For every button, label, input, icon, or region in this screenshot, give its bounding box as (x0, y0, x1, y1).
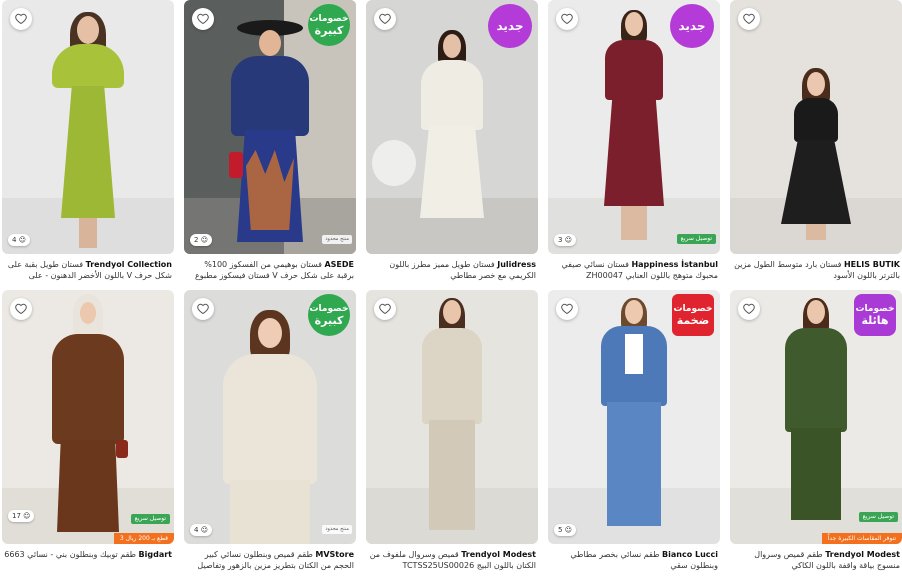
product-title[interactable]: Trendyol Collection فستان طويل بقبة على … (2, 259, 174, 281)
product-image[interactable]: جديد 3 ☺ توصيل سريع (548, 0, 720, 254)
product-brand: Trendyol Collection (85, 260, 172, 269)
product-card[interactable]: خصومات كبيرة 2 ☺ منتج محدود ASEDE فستان ب… (184, 0, 356, 281)
fast-shipping-tag: توصيل سريع (858, 512, 898, 522)
product-brand: Trendyol Modest (461, 550, 536, 559)
product-title[interactable]: Trendyol Modest قميص وسروال ملفوف من الك… (366, 549, 538, 571)
promo-bar: 3 قطع بـ 200 ريال (113, 533, 174, 544)
product-brand: Bigdart (138, 550, 172, 559)
product-card[interactable]: 4 ☺ Trendyol Collection فستان طويل بقبة … (2, 0, 174, 281)
favorite-button[interactable] (192, 8, 214, 30)
product-card[interactable]: خصومات هائلة توصيل سريع تنوفر المقاسات ال… (730, 290, 902, 571)
product-image[interactable]: خصومات كبيرة 2 ☺ منتج محدود (184, 0, 356, 254)
product-card[interactable]: خصومات كبيرة 4 ☺ منتج محدود MVStore طقم ق… (184, 290, 356, 571)
heart-icon (743, 13, 755, 25)
product-card[interactable]: HELIS BUTIK فستان بارد متوسط الطول مزين … (730, 0, 902, 281)
heart-icon (379, 13, 391, 25)
promo-bar: تنوفر المقاسات الكبيرة جداً (821, 533, 902, 544)
fast-shipping-tag: توصيل سريع (676, 234, 716, 244)
product-card[interactable]: Trendyol Modest قميص وسروال ملفوف من الك… (366, 290, 538, 571)
product-title[interactable]: ASEDE فستان بوهيمي من الفسكوز 100% برقبة… (184, 259, 356, 281)
favorite-button[interactable] (738, 8, 760, 30)
favorite-button[interactable] (374, 298, 396, 320)
rating-count: 17 ☺ (8, 510, 35, 522)
heart-icon (561, 13, 573, 25)
heart-icon (197, 13, 209, 25)
new-badge: جديد (670, 4, 714, 48)
rating-count: 3 ☺ (554, 234, 576, 246)
limited-tag: منتج محدود (322, 235, 352, 244)
product-image[interactable] (730, 0, 902, 254)
sale-badge: خصومات ضخمة (672, 294, 714, 336)
rating-count: 5 ☺ (554, 524, 576, 536)
rating-count: 2 ☺ (190, 234, 212, 246)
product-title[interactable]: Happiness İstanbul فستان نسائي صيفي محبو… (548, 259, 720, 281)
product-card[interactable]: خصومات ضخمة 5 ☺ Bianco Lucci طقم نسائي بخ… (548, 290, 720, 571)
new-badge: جديد (488, 4, 532, 48)
heart-icon (15, 303, 27, 315)
product-image[interactable]: 17 ☺ توصيل سريع 3 قطع بـ 200 ريال (2, 290, 174, 544)
rating-count: 4 ☺ (8, 234, 30, 246)
product-title[interactable]: Bigdart طقم توبيك وبنطلون بني - نسائي 66… (2, 549, 174, 571)
product-brand: Trendyol Modest (825, 550, 900, 559)
product-image[interactable] (366, 290, 538, 544)
favorite-button[interactable] (556, 298, 578, 320)
product-name: طقم توبيك وبنطلون بني - نسائي 6663 (4, 550, 136, 559)
favorite-button[interactable] (374, 8, 396, 30)
product-title[interactable]: Trendyol Modest طقم قميص وسروال منسوج بي… (730, 549, 902, 571)
favorite-button[interactable] (192, 298, 214, 320)
product-image[interactable]: خصومات كبيرة 4 ☺ منتج محدود (184, 290, 356, 544)
heart-icon (197, 303, 209, 315)
sale-badge: خصومات هائلة (854, 294, 896, 336)
product-title[interactable]: Julidress فستان طويل مميز مطرز باللون ال… (366, 259, 538, 281)
favorite-button[interactable] (738, 298, 760, 320)
product-title[interactable]: MVStore طقم قميص وبنطلون نسائي كبير الحج… (184, 549, 356, 571)
product-brand: HELIS BUTIK (843, 260, 900, 269)
product-image[interactable]: جديد (366, 0, 538, 254)
product-brand: Julidress (497, 260, 536, 269)
sale-badge: خصومات كبيرة (308, 4, 350, 46)
product-title[interactable]: HELIS BUTIK فستان بارد متوسط الطول مزين … (730, 259, 902, 281)
product-brand: Bianco Lucci (662, 550, 718, 559)
limited-tag: منتج محدود (322, 525, 352, 534)
heart-icon (15, 13, 27, 25)
heart-icon (379, 303, 391, 315)
fast-shipping-tag: توصيل سريع (130, 514, 170, 524)
product-brand: MVStore (315, 550, 354, 559)
product-title[interactable]: Bianco Lucci طقم نسائي بخصر مطاطي وبنطلو… (548, 549, 720, 571)
heart-icon (743, 303, 755, 315)
product-card[interactable]: جديد 3 ☺ توصيل سريع Happiness İstanbul ف… (548, 0, 720, 281)
product-image[interactable]: خصومات ضخمة 5 ☺ (548, 290, 720, 544)
favorite-button[interactable] (10, 8, 32, 30)
product-card[interactable]: 17 ☺ توصيل سريع 3 قطع بـ 200 ريال Bigdar… (2, 290, 174, 571)
product-brand: Happiness İstanbul (631, 260, 718, 269)
product-image[interactable]: 4 ☺ (2, 0, 174, 254)
product-brand: ASEDE (324, 260, 354, 269)
favorite-button[interactable] (556, 8, 578, 30)
sale-badge: خصومات كبيرة (308, 294, 350, 336)
product-grid: 4 ☺ Trendyol Collection فستان طويل بقبة … (0, 0, 902, 576)
rating-count: 4 ☺ (190, 524, 212, 536)
product-card[interactable]: جديد Julidress فستان طويل مميز مطرز بالل… (366, 0, 538, 281)
favorite-button[interactable] (10, 298, 32, 320)
product-image[interactable]: خصومات هائلة توصيل سريع تنوفر المقاسات ال… (730, 290, 902, 544)
heart-icon (561, 303, 573, 315)
